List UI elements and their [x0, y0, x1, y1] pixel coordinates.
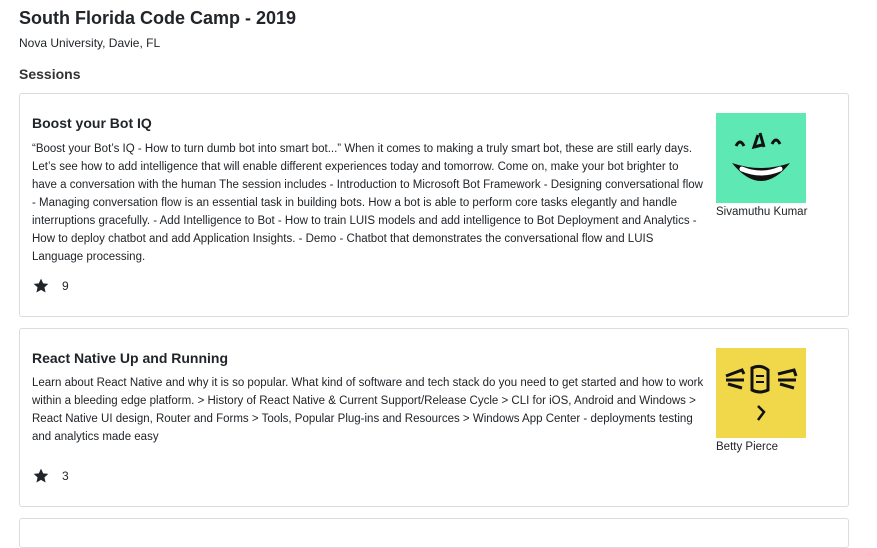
session-rating[interactable]: 9 — [32, 277, 69, 295]
page: South Florida Code Camp - 2019 Nova Univ… — [0, 0, 877, 548]
event-title: South Florida Code Camp - 2019 — [19, 8, 297, 28]
session-card: React Native Up and Running Learn about … — [19, 328, 849, 507]
avatar[interactable] — [716, 348, 806, 438]
rating-count: 3 — [62, 469, 69, 483]
session-description: “Boost your Bot’s IQ - How to turn dumb … — [32, 143, 703, 263]
star-icon[interactable] — [32, 277, 50, 295]
sessions-heading: Sessions — [19, 66, 81, 82]
session-card: Boost your Bot IQ “Boost your Bot’s IQ -… — [19, 93, 849, 317]
session-title[interactable]: React Native Up and Running — [32, 349, 228, 367]
session-description: Learn about React Native and why it is s… — [32, 377, 704, 443]
speaker[interactable]: Sivamuthu Kumar — [716, 113, 836, 218]
star-icon[interactable] — [32, 467, 50, 485]
avatar[interactable] — [716, 113, 806, 203]
event-location: Nova University, Davie, FL — [19, 36, 161, 50]
speaker-name[interactable]: Sivamuthu Kumar — [716, 206, 836, 218]
speaker-name[interactable]: Betty Pierce — [716, 441, 836, 453]
session-card — [19, 518, 849, 548]
session-rating[interactable]: 3 — [32, 467, 69, 485]
rating-count: 9 — [62, 279, 69, 293]
speaker[interactable]: Betty Pierce — [716, 348, 836, 453]
session-title[interactable]: Boost your Bot IQ — [32, 114, 152, 132]
